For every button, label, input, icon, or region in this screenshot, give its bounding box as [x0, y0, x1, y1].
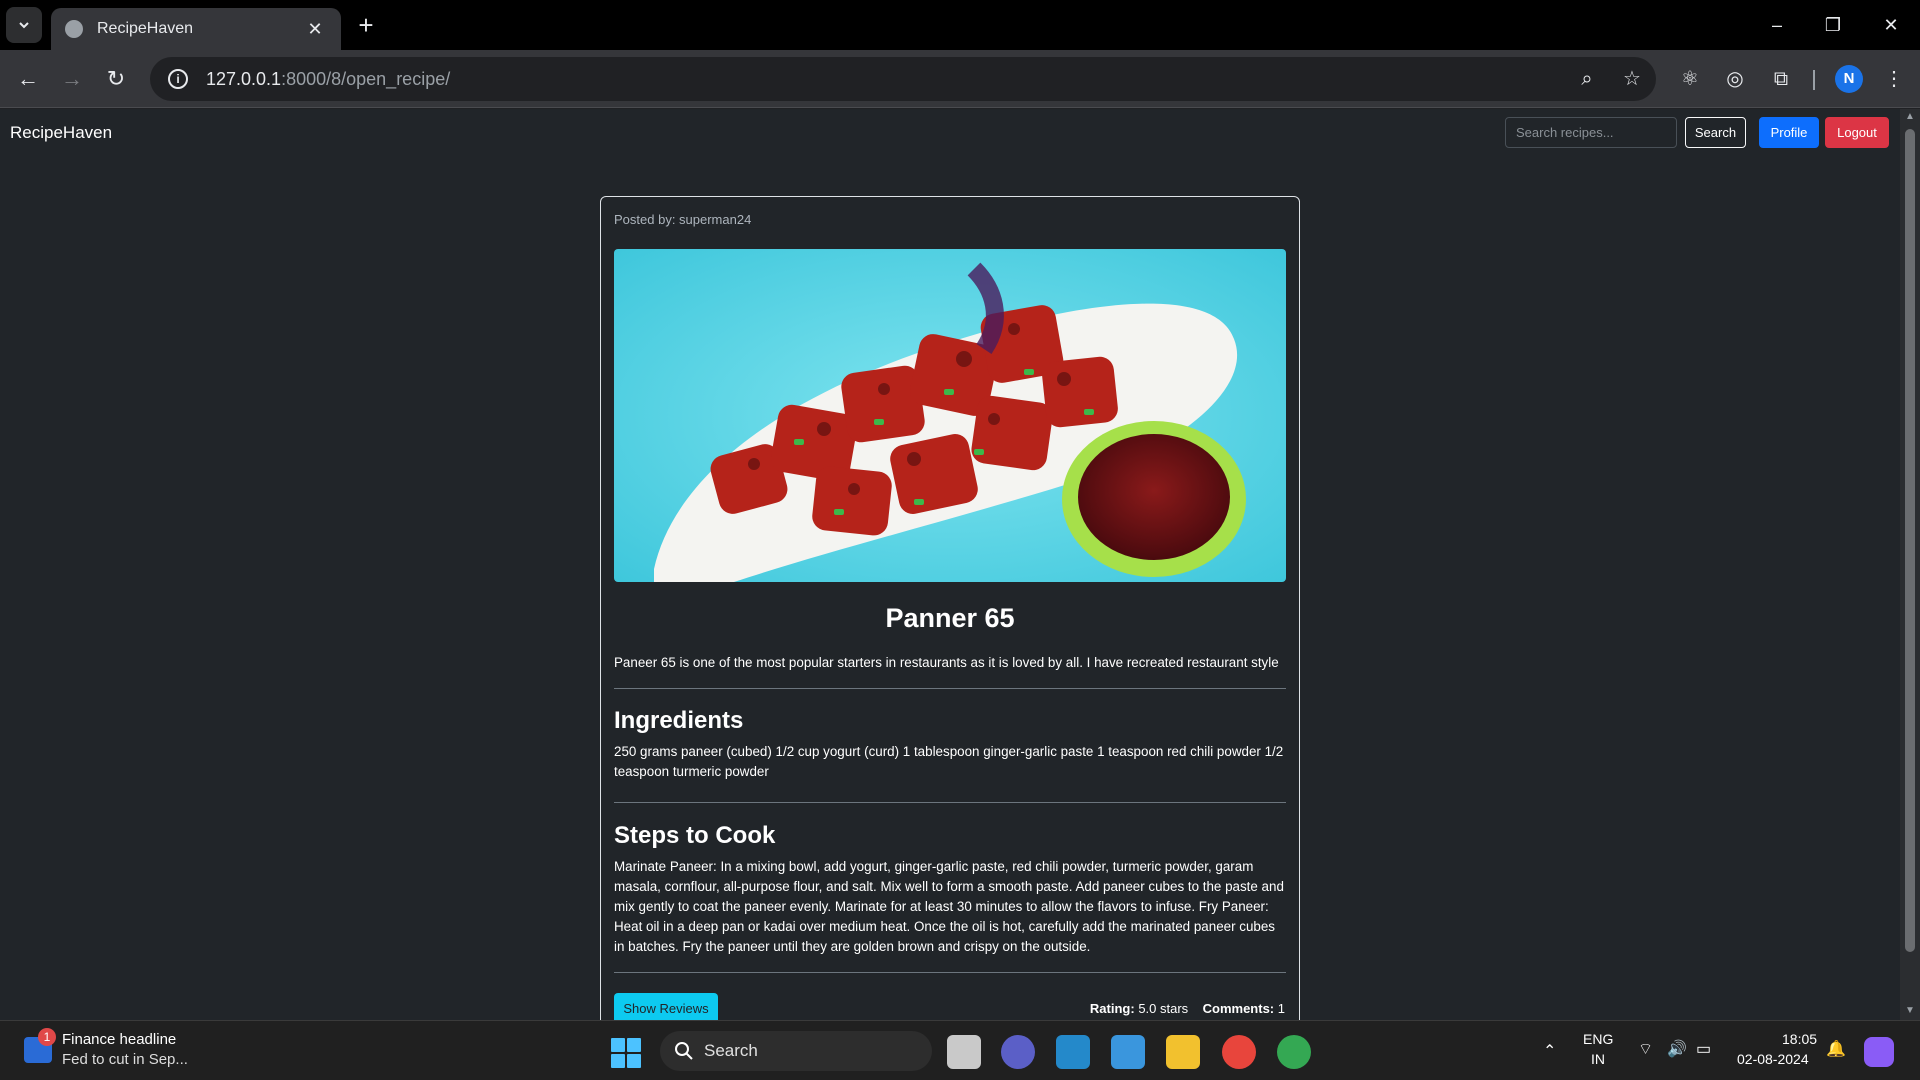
recipe-image	[614, 249, 1286, 582]
browser-tab[interactable]: RecipeHaven ✕	[51, 8, 341, 50]
chrome-icon[interactable]	[1222, 1035, 1256, 1069]
scroll-down-arrow-icon[interactable]: ▼	[1904, 1005, 1916, 1016]
volume-icon[interactable]: 🔊	[1667, 1039, 1687, 1059]
file-explorer-icon[interactable]	[1166, 1035, 1200, 1069]
profile-button[interactable]: Profile	[1759, 117, 1819, 148]
site-brand[interactable]: RecipeHaven	[10, 123, 112, 143]
recipe-description: Paneer 65 is one of the most popular sta…	[614, 655, 1279, 670]
tab-search-button[interactable]	[6, 7, 42, 43]
vscode-icon[interactable]	[1056, 1035, 1090, 1069]
notification-bell-icon[interactable]: 🔔	[1826, 1039, 1846, 1059]
news-subtitle[interactable]: Fed to cut in Sep...	[62, 1051, 188, 1068]
bookmark-star-icon[interactable]: ☆	[1620, 67, 1644, 91]
chrome-profile-icon[interactable]	[1277, 1035, 1311, 1069]
steps-text: Marinate Paneer: In a mixing bowl, add y…	[614, 859, 1284, 954]
globe-icon	[65, 20, 83, 38]
battery-icon[interactable]: ▭	[1696, 1039, 1711, 1059]
recipe-stats: Rating: 5.0 stars Comments: 1	[1090, 1001, 1285, 1016]
taskbar-search-label: Search	[704, 1041, 758, 1060]
task-view-icon[interactable]	[947, 1035, 981, 1069]
comments-value: 1	[1277, 1001, 1285, 1016]
news-headline[interactable]: Finance headline	[62, 1031, 176, 1048]
ingredients-heading: Ingredients	[614, 707, 744, 734]
extension-check-icon[interactable]: ◎	[1721, 65, 1749, 93]
extension-react-icon[interactable]: ⚛	[1676, 65, 1704, 93]
language-code[interactable]: ENG	[1583, 1031, 1613, 1047]
zoom-icon[interactable]: ⌕	[1575, 67, 1599, 91]
new-tab-button[interactable]: +	[352, 12, 380, 40]
windows-start-icon[interactable]	[611, 1038, 641, 1068]
menu-kebab-icon[interactable]: ⋮	[1880, 65, 1908, 93]
taskbar-search[interactable]: Search	[660, 1031, 932, 1071]
scroll-up-arrow-icon[interactable]: ▲	[1904, 111, 1916, 122]
divider	[614, 802, 1286, 803]
tab-title: RecipeHaven	[97, 20, 194, 37]
address-bar[interactable]: i 127.0.0.1:8000/8/open_recipe/ ⌕ ☆	[150, 57, 1656, 101]
back-button[interactable]: ←	[12, 63, 44, 95]
copilot-icon[interactable]	[1864, 1037, 1894, 1067]
site-info-icon[interactable]: i	[168, 69, 188, 89]
divider	[614, 688, 1286, 689]
teams-icon[interactable]	[1001, 1035, 1035, 1069]
windows-taskbar: 1 Finance headline Fed to cut in Sep... …	[0, 1020, 1920, 1080]
recipe-card: Posted by: superman24 Panner 65 Paneer 6…	[600, 196, 1300, 1020]
toolbar-divider	[1813, 70, 1815, 90]
clock-date[interactable]: 02-08-2024	[1737, 1051, 1809, 1067]
search-icon	[675, 1042, 693, 1060]
divider	[614, 972, 1286, 973]
show-reviews-button[interactable]: Show Reviews	[614, 993, 718, 1020]
close-tab-icon[interactable]: ✕	[303, 19, 327, 40]
search-input[interactable]	[1505, 117, 1677, 148]
ingredients-text: 250 grams paneer (cubed) 1/2 cup yogurt …	[614, 744, 1284, 779]
search-button[interactable]: Search	[1685, 117, 1746, 148]
rating-value: 5.0 stars	[1138, 1001, 1189, 1016]
wifi-icon[interactable]: ⌔	[1638, 1039, 1653, 1059]
forward-button[interactable]: →	[56, 63, 88, 95]
close-window-button[interactable]: ✕	[1871, 10, 1911, 40]
chevron-down-icon	[19, 22, 29, 29]
page-scrollbar[interactable]: ▲ ▼	[1900, 109, 1920, 1020]
scrollbar-thumb[interactable]	[1905, 129, 1915, 952]
logout-button[interactable]: Logout	[1825, 117, 1889, 148]
notepad-icon[interactable]	[1111, 1035, 1145, 1069]
extensions-puzzle-icon[interactable]: ⧉	[1767, 65, 1795, 93]
clock-time[interactable]: 18:05	[1782, 1031, 1817, 1047]
browser-tab-bar: RecipeHaven ✕ + – ❐ ✕	[0, 0, 1920, 50]
page-content: RecipeHaven Search Profile Logout Posted…	[0, 109, 1900, 1020]
show-hidden-icons-icon[interactable]: ⌃	[1543, 1041, 1556, 1061]
url-host: 127.0.0.1	[206, 68, 282, 89]
browser-toolbar: ← → ↻ i 127.0.0.1:8000/8/open_recipe/ ⌕ …	[0, 50, 1920, 108]
notification-badge: 1	[38, 1028, 56, 1046]
language-region[interactable]: IN	[1591, 1051, 1605, 1067]
comments-label: Comments:	[1202, 1001, 1275, 1016]
steps-heading: Steps to Cook	[614, 822, 776, 849]
url-path: :8000/8/open_recipe/	[281, 68, 451, 89]
profile-avatar[interactable]: N	[1835, 65, 1863, 93]
reload-button[interactable]: ↻	[100, 63, 132, 95]
restore-button[interactable]: ❐	[1813, 10, 1853, 40]
recipe-title: Panner 65	[885, 603, 1015, 633]
rating-label: Rating:	[1089, 1001, 1135, 1016]
posted-by: Posted by: superman24	[614, 212, 752, 227]
minimize-button[interactable]: –	[1757, 10, 1797, 40]
